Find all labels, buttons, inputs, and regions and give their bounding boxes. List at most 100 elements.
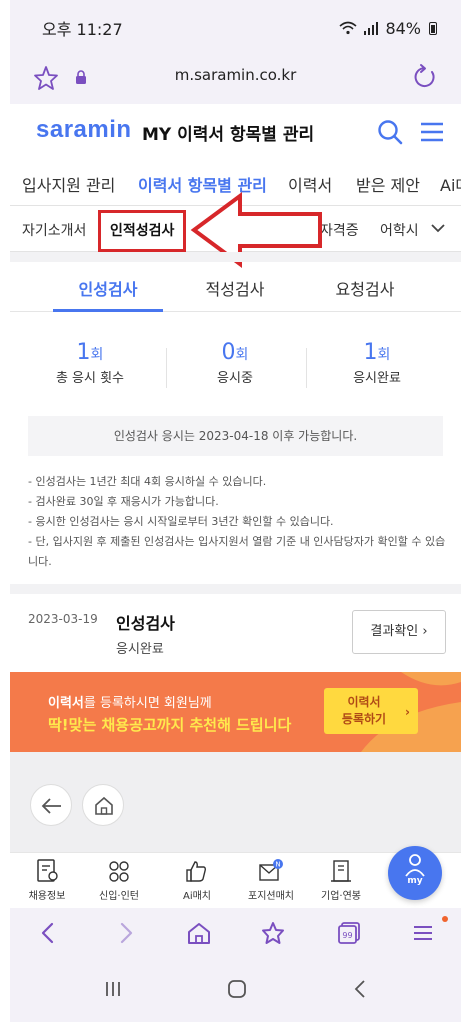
stat-in-progress-label: 응시중 [217, 371, 253, 386]
page-footer [10, 752, 461, 852]
tab-received-offers[interactable]: 받은 제안 [356, 172, 420, 196]
tab-application-management[interactable]: 입사지원 관리 [22, 172, 115, 196]
guideline-item: - 응시한 인성검사는 응시 시작일로부터 3년간 확인할 수 있습니다. [28, 515, 334, 528]
reload-icon[interactable] [411, 63, 439, 91]
nav-company-salary[interactable]: 기업·연봉 [304, 857, 378, 902]
nav-job-info[interactable]: 채용정보 [10, 857, 84, 902]
user-icon [405, 854, 425, 877]
guideline-list: - 인성검사는 1년간 최대 4회 응시하실 수 있습니다. - 검사완료 30… [28, 472, 453, 572]
people-icon [109, 861, 129, 882]
browser-menu-icon[interactable] [410, 920, 436, 946]
stat-total: 1회 총 응시 횟수 [15, 340, 165, 386]
search-icon[interactable] [376, 118, 404, 146]
nav-label: 채용정보 [28, 891, 66, 902]
tab-aptitude[interactable]: 적성검사 [180, 276, 290, 300]
stat-completed: 1회 응시완료 [302, 340, 452, 386]
stat-completed-value: 1 [363, 340, 378, 365]
guideline-item: - 검사완료 30일 후 재응시가 가능합니다. [28, 495, 219, 508]
guideline-item: - 인성검사는 1년간 최대 4회 응시하실 수 있습니다. [28, 475, 267, 488]
arrow-left-icon [41, 798, 61, 814]
page-home-button[interactable] [82, 784, 124, 826]
svg-text:N: N [275, 861, 280, 869]
banner-line2: 딱!맞는 채용공고까지 추천해 드립니다 [48, 716, 292, 734]
page-title: MY 이력서 항목별 관리 [142, 125, 315, 145]
section-divider [10, 584, 461, 594]
register-resume-button[interactable]: 이력서 등록하기 › [324, 688, 418, 734]
home-icon[interactable] [186, 920, 212, 946]
tab-personality-test[interactable]: 인성검사 [53, 276, 163, 300]
cta-line2: 등록하기 [341, 712, 387, 726]
browser-url-bar: m.saramin.co.kr [10, 56, 461, 104]
site-header: saramin MY 이력서 항목별 관리 [10, 104, 461, 160]
battery-percent: 84% [385, 18, 421, 38]
resume-promo-banner[interactable]: 이력서를 등록하시면 회원님께 딱!맞는 채용공고까지 추천해 드립니다 이력서… [10, 672, 461, 752]
svg-text:99: 99 [342, 931, 352, 940]
recent-apps-icon[interactable] [100, 976, 126, 1002]
bookmarks-star-icon[interactable] [260, 920, 286, 946]
status-time: 오후 11:27 [42, 20, 123, 39]
status-icons: 84% [339, 19, 437, 38]
subtab-language-test[interactable]: 어학시 [380, 220, 419, 240]
mail-badge-icon: N [259, 859, 283, 881]
system-back-icon[interactable] [348, 976, 374, 1002]
nav-label: 포지션매치 [248, 891, 294, 902]
tab-requested-test[interactable]: 요청검사 [310, 276, 420, 300]
document-location-icon [37, 859, 58, 882]
stat-completed-label: 응시완료 [353, 371, 401, 386]
wifi-icon [339, 21, 357, 35]
url-text[interactable]: m.saramin.co.kr [10, 66, 461, 84]
back-icon[interactable] [36, 920, 62, 946]
test-record-row: 2023-03-19 인성검사 응시완료 결과확인 › [10, 594, 461, 672]
chevron-right-icon: › [405, 705, 410, 719]
my-page-button[interactable]: my [388, 846, 442, 900]
forward-icon[interactable] [112, 920, 138, 946]
nav-label: 기업·연봉 [321, 891, 361, 902]
system-home-icon[interactable] [224, 976, 250, 1002]
nav-label: Ai매치 [182, 891, 212, 902]
banner-line1-bold: 이력서 [48, 696, 84, 711]
signal-icon [364, 22, 379, 35]
battery-icon [429, 21, 437, 35]
chevron-down-icon[interactable] [430, 222, 446, 234]
phone-frame: 오후 11:27 84% m.saramin.co.kr saramin MY … [10, 0, 461, 1022]
stat-in-progress: 0회 응시중 [160, 340, 310, 386]
my-label: my [407, 876, 423, 886]
nav-ai-match[interactable]: Ai매치 [160, 857, 234, 902]
stat-total-label: 총 응시 횟수 [55, 371, 125, 386]
banner-line1: 이력서를 등록하시면 회원님께 [48, 692, 212, 711]
hamburger-menu-icon[interactable] [418, 118, 446, 146]
nav-position-match[interactable]: N 포지션매치 [234, 857, 308, 902]
cta-line1: 이력서 [347, 695, 381, 709]
guideline-item: - 단, 입사지원 후 제출된 인성검사는 입사지원서 열람 기준 내 인사담당… [28, 535, 446, 568]
page-back-button[interactable] [30, 784, 72, 826]
test-stats: 1회 총 응시 횟수 0회 응시중 1회 응시완료 [10, 340, 461, 400]
subtab-cover-letter[interactable]: 자기소개서 [22, 220, 86, 240]
stat-in-progress-unit: 회 [235, 347, 249, 363]
banner-line1-rest: 를 등록하시면 회원님께 [83, 696, 212, 711]
record-status: 응시완료 [116, 642, 164, 657]
record-test-name: 인성검사 [116, 614, 175, 633]
retest-notice: 인성검사 응시는 2023-04-18 이후 가능합니다. [28, 416, 443, 456]
saramin-logo[interactable]: saramin [36, 116, 132, 144]
system-nav-bar [10, 958, 461, 1022]
record-date: 2023-03-19 [28, 612, 98, 626]
highlight-box [98, 210, 186, 252]
tabs-icon[interactable]: 99 [336, 920, 362, 946]
notification-dot [442, 916, 448, 922]
view-result-button[interactable]: 결과확인 › [352, 610, 446, 654]
stat-total-value: 1 [76, 340, 91, 365]
stat-in-progress-value: 0 [221, 340, 236, 365]
active-tab-underline [53, 309, 163, 312]
test-type-tabs: 인성검사 적성검사 요청검사 [10, 262, 461, 312]
stat-total-unit: 회 [90, 347, 104, 363]
section-divider [10, 252, 461, 262]
stat-completed-unit: 회 [377, 347, 391, 363]
home-icon [95, 796, 113, 815]
tab-ai-match[interactable]: Ai매 [440, 172, 461, 196]
thumbs-up-icon [186, 861, 207, 882]
nav-label: 신입·인턴 [99, 891, 139, 902]
subtab-certificates[interactable]: 자격증 [320, 220, 359, 240]
nav-new-intern[interactable]: 신입·인턴 [82, 857, 156, 902]
status-bar: 오후 11:27 84% [10, 0, 461, 56]
building-icon [331, 860, 351, 882]
